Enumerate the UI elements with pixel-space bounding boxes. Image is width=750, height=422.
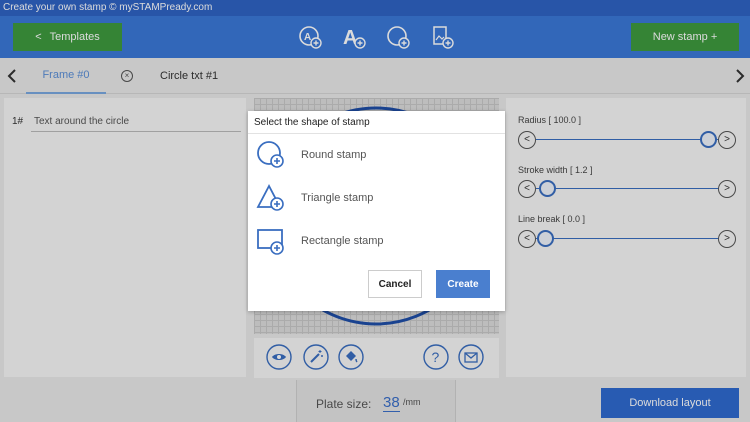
dialog-title: Select the shape of stamp xyxy=(254,117,370,128)
shape-select-dialog: Select the shape of stamp Round stamp Tr… xyxy=(248,111,505,311)
round-stamp-icon xyxy=(256,140,286,170)
triangle-stamp-option[interactable]: Triangle stamp xyxy=(256,183,496,213)
triangle-stamp-icon xyxy=(256,183,286,213)
triangle-stamp-label: Triangle stamp xyxy=(301,192,374,204)
create-button[interactable]: Create xyxy=(436,270,490,298)
rectangle-stamp-icon xyxy=(256,226,286,256)
dialog-divider xyxy=(248,133,505,134)
rectangle-stamp-label: Rectangle stamp xyxy=(301,235,384,247)
cancel-button[interactable]: Cancel xyxy=(368,270,422,298)
round-stamp-option[interactable]: Round stamp xyxy=(256,140,496,170)
round-stamp-label: Round stamp xyxy=(301,149,367,161)
rectangle-stamp-option[interactable]: Rectangle stamp xyxy=(256,226,496,256)
